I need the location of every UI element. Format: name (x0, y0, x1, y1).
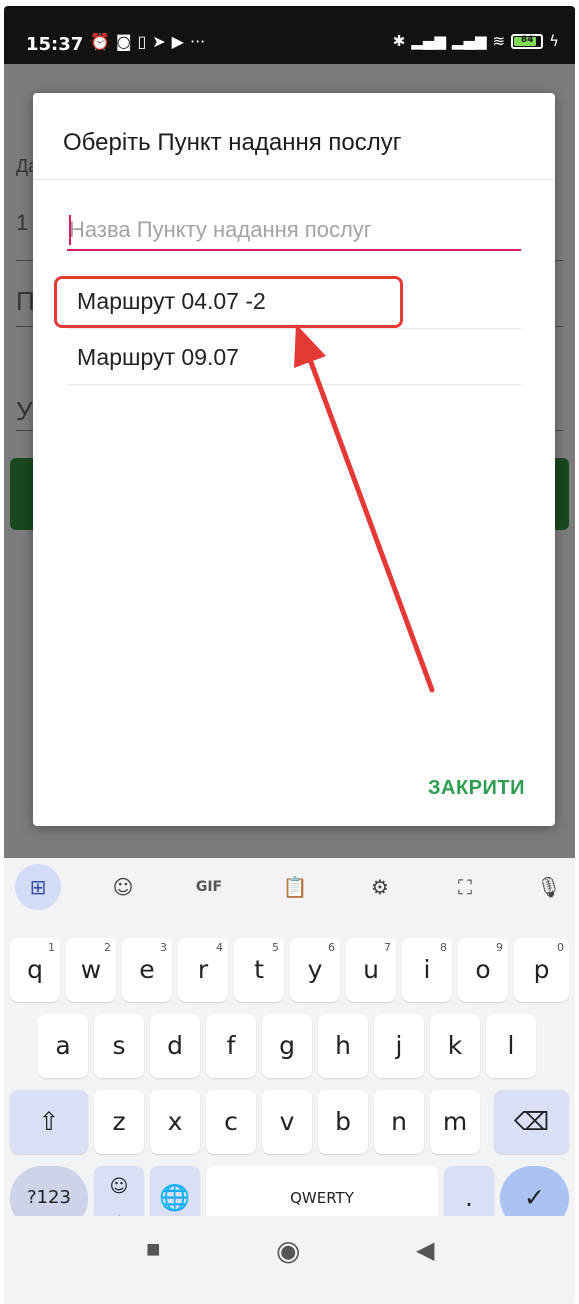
translate-icon[interactable]: ⛶ (442, 864, 488, 910)
back-icon[interactable]: ◀ (416, 1236, 434, 1265)
key-n[interactable]: n (374, 1090, 424, 1154)
key-h[interactable]: h (318, 1014, 368, 1078)
home-icon[interactable]: ◉ (276, 1234, 300, 1267)
annotation-arrow-icon (294, 324, 435, 693)
key-j[interactable]: j (374, 1014, 424, 1078)
key-l[interactable]: l (486, 1014, 536, 1078)
key-g[interactable]: g (262, 1014, 312, 1078)
key-f[interactable]: f (206, 1014, 256, 1078)
apps-grid-icon[interactable]: ⊞ (15, 864, 61, 910)
key-v[interactable]: v (262, 1090, 312, 1154)
settings-icon[interactable]: ⚙ (357, 864, 403, 910)
key-c[interactable]: c (206, 1090, 256, 1154)
sticker-icon[interactable]: ☺ (100, 864, 146, 910)
keyboard-toolbar: ⊞ ☺ GIF 📋 ⚙ ⛶ 🎙 (4, 864, 575, 910)
navigation-bar: ■ ◉ ◀ (4, 1216, 575, 1304)
mic-icon[interactable]: 🎙 (526, 864, 572, 910)
gif-button[interactable]: GIF (186, 864, 232, 910)
key-q[interactable]: q1 (10, 938, 60, 1002)
key-i[interactable]: i8 (402, 938, 452, 1002)
backspace-icon[interactable]: ⌫ (494, 1090, 569, 1154)
key-o[interactable]: o9 (458, 938, 508, 1002)
key-y[interactable]: y6 (290, 938, 340, 1002)
key-a[interactable]: a (38, 1014, 88, 1078)
key-z[interactable]: z (94, 1090, 144, 1154)
key-r[interactable]: r4 (178, 938, 228, 1002)
key-k[interactable]: k (430, 1014, 480, 1078)
shift-icon[interactable]: ⇧ (10, 1090, 88, 1154)
key-b[interactable]: b (318, 1090, 368, 1154)
key-w[interactable]: w2 (66, 938, 116, 1002)
key-t[interactable]: t5 (234, 938, 284, 1002)
phone-screen: 15:37 ⏰ ◙ ▯ ➤ ▶ ··· ✱ ▂▄▆ ▂▄▆ ≋ 84 ϟ Да … (4, 6, 575, 1304)
recents-icon[interactable]: ■ (146, 1236, 161, 1264)
key-p[interactable]: p0 (514, 938, 569, 1002)
clipboard-icon[interactable]: 📋 (272, 864, 318, 910)
emoji-icon: ☺ (109, 1176, 129, 1197)
key-u[interactable]: u7 (346, 938, 396, 1002)
key-d[interactable]: d (150, 1014, 200, 1078)
key-m[interactable]: m (430, 1090, 480, 1154)
key-e[interactable]: e3 (122, 938, 172, 1002)
key-x[interactable]: x (150, 1090, 200, 1154)
key-s[interactable]: s (94, 1014, 144, 1078)
